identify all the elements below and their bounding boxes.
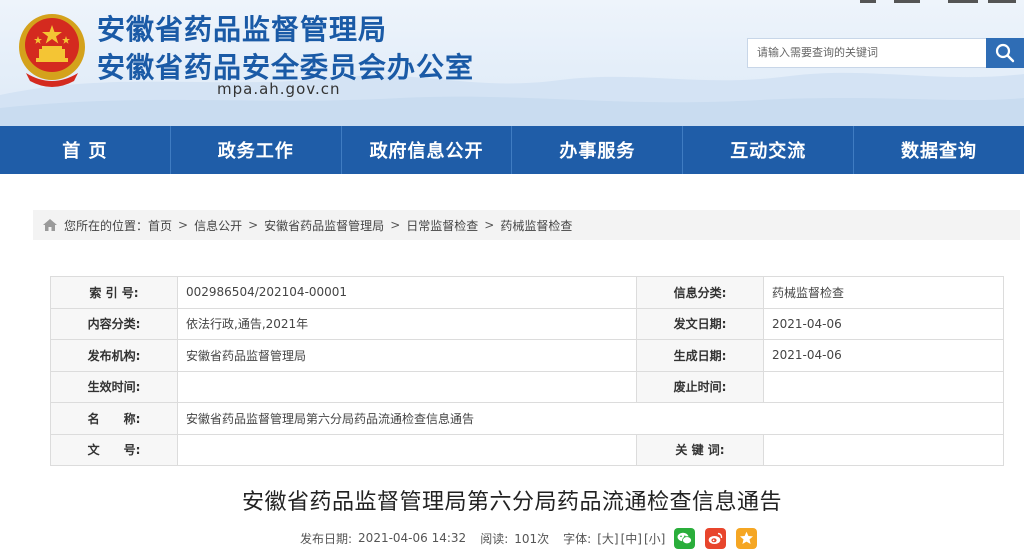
generated-date-label: 生成日期: [636, 339, 764, 372]
content-category-label: 内容分类: [50, 307, 178, 340]
breadcrumb-item-daily-inspection[interactable]: 日常监督检查 [406, 217, 478, 234]
table-row: 发布机构: 安徽省药品监督管理局 生成日期: 2021-04-06 [50, 339, 1004, 372]
keywords-label: 关 键 词: [636, 433, 764, 466]
document-number-label: 文 号: [50, 433, 178, 466]
nav-item-services[interactable]: 办事服务 [511, 126, 682, 174]
nav-item-data-query[interactable]: 数据查询 [853, 126, 1024, 174]
breadcrumb-separator: > [248, 218, 259, 232]
index-number-label: 索 引 号: [50, 276, 178, 309]
font-size-label: 字体: [563, 531, 592, 546]
issue-date-label: 发文日期: [636, 307, 764, 340]
nav-item-government-affairs[interactable]: 政务工作 [169, 126, 341, 174]
breadcrumb-item-info-disclosure[interactable]: 信息公开 [194, 217, 242, 234]
wechat-icon [677, 532, 693, 544]
header-banner: 安徽省药品监督管理局 安徽省药品安全委员会办公室 mpa.ah.gov.cn 请… [0, 0, 1024, 126]
table-row: 文 号: 关 键 词: [50, 433, 1004, 466]
table-row: 名 称: 安徽省药品监督管理局第六分局药品流通检查信息通告 [50, 402, 1004, 435]
publish-date-value: 2021-04-06 14:32 [358, 531, 467, 545]
document-info-table: 索 引 号: 002986504/202104-00001 信息分类: 药械监督… [50, 276, 1004, 466]
effective-time-label: 生效时间: [50, 370, 178, 403]
search-input[interactable]: 请输入需要查询的关键词 [747, 38, 987, 68]
index-number-value: 002986504/202104-00001 [177, 276, 637, 309]
read-count-label: 阅读: [480, 531, 509, 546]
content-category-value: 依法行政,通告,2021年 [177, 307, 637, 340]
effective-time-value [177, 370, 637, 403]
share-qzone-button[interactable] [736, 527, 758, 549]
publish-date-label: 发布日期: [300, 531, 353, 546]
info-category-label: 信息分类: [636, 276, 764, 309]
share-weibo-button[interactable] [705, 527, 727, 549]
generated-date-value: 2021-04-06 [763, 339, 1004, 372]
read-count-value: 101次 [514, 531, 550, 546]
site-title-primary: 安徽省药品监督管理局 [97, 13, 388, 46]
home-icon [43, 219, 57, 231]
national-emblem-icon [19, 14, 85, 87]
article-title: 安徽省药品监督管理局第六分局药品流通检查信息通告 [241, 490, 782, 515]
search-button[interactable] [986, 38, 1024, 68]
nav-item-info-disclosure[interactable]: 政府信息公开 [340, 126, 512, 174]
breadcrumb-item-home[interactable]: 首页 [148, 217, 172, 234]
breadcrumb-separator: > [178, 218, 189, 232]
abolish-time-value [763, 370, 1004, 403]
breadcrumb-item-drug-device-inspection[interactable]: 药械监督检查 [500, 217, 572, 234]
info-category-value: 药械监督检查 [763, 276, 1004, 309]
search-icon [995, 43, 1015, 63]
breadcrumb: 您所在的位置： 首页 > 信息公开 > 安徽省药品监督管理局 > 日常监督检查 … [33, 210, 1020, 240]
document-number-value [177, 433, 637, 466]
document-name-label: 名 称: [50, 402, 178, 435]
font-size-medium-button[interactable]: [中] [621, 530, 642, 547]
font-size-large-button[interactable]: [大] [597, 530, 618, 547]
top-links-strip [854, 0, 1024, 4]
nav-item-home[interactable]: 首 页 [0, 126, 170, 174]
table-row: 生效时间: 废止时间: [50, 370, 1004, 403]
document-name-value: 安徽省药品监督管理局第六分局药品流通检查信息通告 [177, 402, 1004, 435]
publishing-org-label: 发布机构: [50, 339, 178, 372]
table-row: 索 引 号: 002986504/202104-00001 信息分类: 药械监督… [50, 276, 1004, 309]
weibo-icon [709, 532, 723, 544]
article-meta: 发布日期: 2021-04-06 14:32 阅读: 101次 字体: [大] … [300, 527, 758, 549]
qzone-icon [740, 531, 754, 544]
breadcrumb-prefix: 您所在的位置： [64, 218, 149, 233]
breadcrumb-separator: > [390, 218, 401, 232]
issue-date-value: 2021-04-06 [763, 307, 1004, 340]
table-row: 内容分类: 依法行政,通告,2021年 发文日期: 2021-04-06 [50, 307, 1004, 340]
abolish-time-label: 废止时间: [636, 370, 764, 403]
share-wechat-button[interactable] [674, 527, 696, 549]
breadcrumb-separator: > [484, 218, 495, 232]
main-nav: 首 页 政务工作 政府信息公开 办事服务 互动交流 数据查询 [0, 126, 1024, 174]
site-domain: mpa.ah.gov.cn [217, 80, 341, 98]
publishing-org-value: 安徽省药品监督管理局 [177, 339, 637, 372]
breadcrumb-item-agency[interactable]: 安徽省药品监督管理局 [264, 217, 384, 234]
keywords-value [763, 433, 1004, 466]
nav-item-interaction[interactable]: 互动交流 [682, 126, 853, 174]
font-size-small-button[interactable]: [小] [644, 530, 665, 547]
